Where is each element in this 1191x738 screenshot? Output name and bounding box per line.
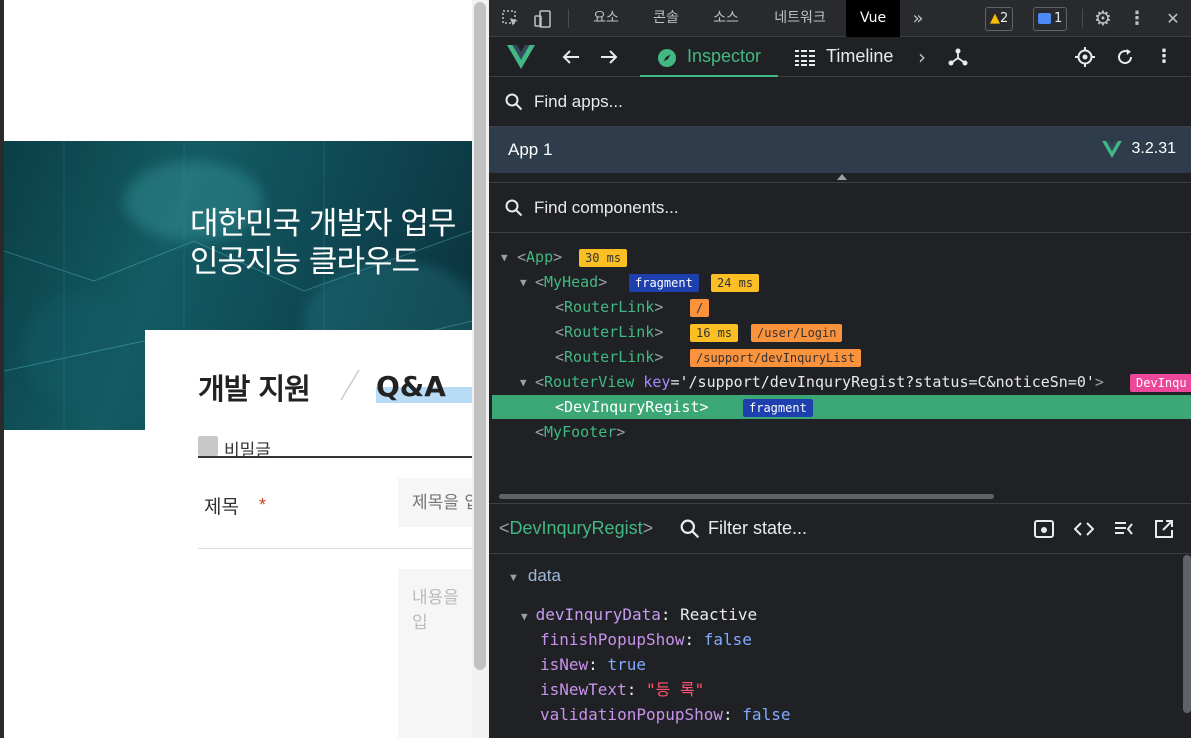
tab-inspector-label: Inspector: [687, 46, 762, 66]
devtools-tabbar: 요소 콘솔 소스 네트워크 Vue » ▲2 1 ⚙ ⋮ ✕: [489, 0, 1191, 37]
vue-more-options-icon[interactable]: ⋮: [1154, 37, 1174, 77]
tree-node-myfooter[interactable]: <MyFooter>: [489, 420, 1191, 445]
vue-toolbar: Inspector Timeline › ⋮: [489, 37, 1191, 77]
component-tree: ▼ <App> 30 ms ▼ <MyHead> fragment 24 ms …: [489, 243, 1191, 493]
messages-badge[interactable]: 1: [1033, 7, 1068, 31]
separator: [568, 9, 569, 28]
forward-arrow-icon[interactable]: [597, 37, 621, 77]
timeline-icon: [795, 49, 815, 67]
target-select-icon[interactable]: [1073, 37, 1097, 77]
state-row[interactable]: validationPopupShow: false: [540, 702, 790, 727]
section-subtitle: Q&A: [376, 370, 446, 403]
chevron-right-icon[interactable]: ›: [912, 37, 932, 77]
warnings-badge[interactable]: ▲2: [985, 7, 1014, 31]
state-row[interactable]: isNew: true: [540, 652, 646, 677]
component-tree-icon[interactable]: [947, 37, 969, 77]
state-vertical-scrollbar[interactable]: [1183, 555, 1191, 713]
tab-console[interactable]: 콘솔: [643, 0, 689, 37]
data-section-header[interactable]: ▼ data: [508, 566, 561, 586]
tab-timeline-label: Timeline: [826, 46, 894, 66]
devtools-panel: 요소 콘솔 소스 네트워크 Vue » ▲2 1 ⚙ ⋮ ✕ Inspector…: [489, 0, 1191, 738]
more-tabs-button[interactable]: »: [905, 0, 931, 37]
title-label: 제목: [204, 496, 239, 518]
state-row[interactable]: ▼ devInquryData: Reactive: [521, 602, 757, 627]
render-time-badge: 16 ms: [690, 324, 739, 342]
refresh-icon[interactable]: [1113, 37, 1137, 77]
fragment-badge: fragment: [629, 274, 699, 292]
fragment-badge: fragment: [743, 399, 813, 417]
secret-checkbox[interactable]: [198, 436, 218, 456]
render-time-badge: 24 ms: [711, 274, 760, 292]
route-badge: /: [690, 299, 710, 317]
section-title: 개발 지원: [198, 372, 311, 406]
route-badge: /support/devInquryList: [690, 349, 861, 367]
search-icon: [505, 199, 523, 217]
divider: [198, 548, 472, 549]
tree-node-routerlink[interactable]: <RouterLink> /support/devInquryList: [489, 345, 1191, 370]
state-body: ▼ data ▼ devInquryData: Reactive finishPop…: [489, 555, 1191, 738]
search-icon: [680, 519, 700, 539]
find-components-input[interactable]: Find components...: [534, 198, 679, 218]
scroll-to-component-icon[interactable]: [1034, 519, 1054, 539]
show-source-icon[interactable]: [1074, 519, 1094, 539]
slash-divider: [340, 369, 360, 401]
message-icon: [1038, 13, 1051, 24]
state-header: <DevInquryRegist> Filter state...: [489, 503, 1191, 554]
state-row[interactable]: finishPopupShow: false: [540, 627, 752, 652]
expand-toggle-icon[interactable]: ▼: [501, 245, 508, 270]
inspect-dom-icon[interactable]: [1114, 519, 1134, 539]
secret-label: 비밀글: [224, 441, 271, 461]
tab-network[interactable]: 네트워크: [763, 0, 837, 37]
inspect-element-icon[interactable]: [499, 0, 523, 42]
tree-node-myhead[interactable]: ▼ <MyHead> fragment 24 ms: [489, 270, 1191, 295]
collapse-caret-icon[interactable]: [837, 174, 847, 180]
hero-title: 대한민국 개발자 업무 인공지능 클라우드: [190, 206, 456, 280]
close-devtools-icon[interactable]: ✕: [1161, 0, 1185, 37]
title-input[interactable]: [398, 478, 478, 527]
back-arrow-icon[interactable]: [559, 37, 583, 77]
page-preview: 대한민국 개발자 업무 인공지능 클라우드 개발 지원 Q&A 비밀글 제목 *…: [0, 0, 489, 738]
tree-node-routerlink[interactable]: <RouterLink> 16 ms /user/Login: [489, 320, 1191, 345]
tree-horizontal-scrollbar[interactable]: [499, 494, 994, 499]
tab-elements[interactable]: 요소: [583, 0, 629, 37]
warning-icon: ▲: [990, 11, 1000, 26]
search-icon: [505, 93, 523, 111]
compass-icon: [658, 49, 676, 67]
tree-node-routerview[interactable]: ▼ <RouterView key='/support/devInquryReg…: [489, 370, 1191, 395]
vue-logo-icon: [507, 45, 535, 69]
find-components-bar[interactable]: Find components...: [489, 183, 1191, 233]
tree-node-selected[interactable]: <DevInquryRegist> fragment: [492, 395, 1191, 419]
required-mark: *: [259, 495, 267, 515]
tree-node-app[interactable]: ▼ <App> 30 ms: [489, 245, 1191, 270]
state-row[interactable]: isNewText: "등 록": [540, 677, 704, 702]
expand-toggle-icon[interactable]: ▼: [520, 270, 527, 295]
tab-sources[interactable]: 소스: [703, 0, 749, 37]
find-apps-input[interactable]: Find apps...: [534, 92, 623, 112]
app-selector-row[interactable]: App 1 3.2.31: [489, 127, 1191, 173]
pane-splitter[interactable]: [489, 173, 1191, 183]
collapse-toggle-icon[interactable]: ▼: [508, 572, 519, 584]
open-in-editor-icon[interactable]: [1154, 519, 1174, 539]
component-tag-badge: DevInqu: [1130, 374, 1191, 392]
render-time-badge: 30 ms: [579, 249, 628, 267]
secret-row: 비밀글: [198, 433, 472, 461]
tree-node-routerlink[interactable]: <RouterLink> /: [489, 295, 1191, 320]
selected-component-name: <DevInquryRegist>: [499, 518, 654, 538]
more-options-icon[interactable]: ⋮: [1127, 0, 1147, 37]
page-scrollbar-thumb[interactable]: [474, 2, 486, 670]
separator: [1082, 9, 1083, 28]
filter-state-input[interactable]: Filter state...: [708, 518, 807, 539]
settings-gear-icon[interactable]: ⚙: [1091, 0, 1115, 37]
app-name: App 1: [508, 140, 553, 159]
find-apps-bar[interactable]: Find apps...: [489, 77, 1191, 127]
route-badge: /user/Login: [751, 324, 843, 342]
tab-inspector[interactable]: Inspector: [640, 37, 778, 77]
vue-version-icon: [1102, 141, 1122, 158]
vue-version: 3.2.31: [1131, 140, 1176, 157]
tab-vue[interactable]: Vue: [846, 0, 900, 37]
expand-toggle-icon[interactable]: ▼: [520, 370, 527, 395]
device-toolbar-icon[interactable]: [531, 0, 555, 42]
expand-toggle-icon[interactable]: ▼: [521, 610, 528, 623]
content-textarea[interactable]: 내용을 입: [398, 569, 478, 738]
